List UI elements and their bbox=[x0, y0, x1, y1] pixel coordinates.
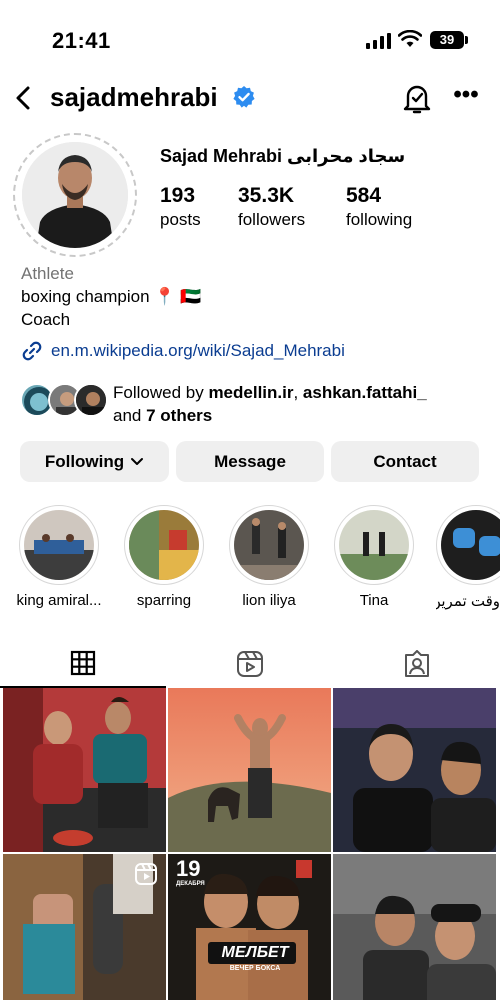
profile-link-text[interactable]: en.m.wikipedia.org/wiki/Sajad_Mehrabi bbox=[51, 341, 345, 361]
profile-header: sajadmehrabi ••• bbox=[0, 76, 500, 120]
grid-icon bbox=[70, 650, 96, 676]
followed-by-text: Followed by medellin.ir, ashkan.fattahi_… bbox=[113, 383, 427, 425]
profile-category: Athlete bbox=[21, 264, 74, 283]
highlight-label: Tina bbox=[359, 592, 389, 609]
followers-count: 35.3K bbox=[238, 184, 295, 207]
followed-by-section[interactable]: Followed by medellin.ir, ashkan.fattahi_… bbox=[20, 381, 490, 427]
following-count: 584 bbox=[346, 184, 382, 207]
highlight-cover bbox=[24, 510, 94, 580]
mutual-follower[interactable]: medellin.ir bbox=[208, 383, 293, 402]
event-sponsor-text: МЕЛБЕТ bbox=[221, 944, 289, 961]
followers-stat[interactable]: 35.3K followers bbox=[238, 184, 305, 230]
post-thumbnail[interactable] bbox=[3, 688, 166, 852]
post-thumbnail[interactable] bbox=[3, 854, 166, 1000]
story-highlight[interactable]: وقت تمرین bbox=[436, 505, 500, 610]
post-thumbnail[interactable] bbox=[333, 688, 496, 852]
profile-full-name: Sajad Mehrabi سجاد محرابی bbox=[160, 146, 406, 166]
highlight-label: lion iliya bbox=[242, 592, 296, 609]
posts-label: posts bbox=[160, 210, 201, 229]
post-thumbnail[interactable]: 19 ДЕКАБРЯ МЕЛБЕТ ВЕЧЕР БОКСА bbox=[168, 854, 331, 1000]
story-highlight[interactable]: Tina bbox=[331, 505, 417, 609]
battery-icon: 39 bbox=[430, 31, 464, 49]
story-highlight[interactable]: lion iliya bbox=[226, 505, 312, 609]
more-options-icon[interactable]: ••• bbox=[452, 82, 480, 112]
tab-posts-grid[interactable] bbox=[0, 640, 166, 688]
link-chain-icon bbox=[22, 341, 42, 361]
followers-label: followers bbox=[238, 210, 306, 229]
reel-indicator-icon bbox=[135, 863, 157, 885]
highlight-label: sparring bbox=[136, 592, 192, 609]
highlight-label: king amiral... bbox=[16, 592, 102, 609]
contact-button[interactable]: Contact bbox=[331, 441, 479, 482]
highlight-cover bbox=[234, 510, 304, 580]
post-thumbnail[interactable] bbox=[168, 688, 331, 852]
profile-link[interactable]: en.m.wikipedia.org/wiki/Sajad_Mehrabi bbox=[21, 340, 345, 362]
back-arrow-icon[interactable] bbox=[10, 84, 38, 112]
event-subtitle: ВЕЧЕР БОКСА bbox=[229, 965, 281, 972]
verified-badge-icon bbox=[233, 86, 255, 108]
mutual-follower[interactable]: ashkan.fattahi_ bbox=[303, 383, 427, 402]
notification-bell-icon[interactable] bbox=[402, 82, 432, 114]
following-button[interactable]: Following bbox=[20, 441, 169, 482]
highlight-label: وقت تمرین bbox=[436, 593, 500, 610]
bio-line: Coach bbox=[21, 310, 71, 329]
highlight-cover bbox=[129, 510, 199, 580]
tab-tagged[interactable] bbox=[334, 640, 500, 688]
follower-avatar bbox=[74, 383, 108, 417]
posts-stat[interactable]: 193 posts bbox=[160, 184, 201, 230]
wifi-icon bbox=[398, 30, 422, 47]
highlight-cover bbox=[441, 510, 500, 580]
tab-reels[interactable] bbox=[167, 640, 333, 688]
story-highlight[interactable]: king amiral... bbox=[16, 505, 102, 609]
event-date-badge: 19 ДЕКАБРЯ bbox=[176, 856, 205, 888]
story-highlight[interactable]: sparring bbox=[121, 505, 207, 609]
following-label: following bbox=[346, 210, 413, 229]
profile-tabs bbox=[0, 640, 500, 688]
following-stat[interactable]: 584 following bbox=[346, 184, 412, 230]
avatar-person-icon bbox=[22, 142, 128, 248]
status-bar: 21:41 39 bbox=[0, 0, 500, 70]
cellular-signal-icon bbox=[366, 33, 391, 49]
mutual-followers-others[interactable]: 7 others bbox=[146, 406, 212, 425]
header-username: sajadmehrabi bbox=[50, 82, 218, 112]
status-time: 21:41 bbox=[52, 28, 111, 53]
avatar[interactable] bbox=[22, 142, 128, 248]
highlight-cover bbox=[339, 510, 409, 580]
message-button[interactable]: Message bbox=[176, 441, 324, 482]
reels-icon bbox=[237, 651, 263, 677]
post-thumbnail[interactable] bbox=[333, 854, 496, 1000]
tagged-person-icon bbox=[405, 650, 429, 677]
battery-tip bbox=[465, 36, 468, 44]
chevron-down-icon bbox=[131, 457, 144, 465]
bio-line: boxing champion 📍 🇦🇪 bbox=[21, 287, 202, 306]
posts-count: 193 bbox=[160, 184, 196, 207]
